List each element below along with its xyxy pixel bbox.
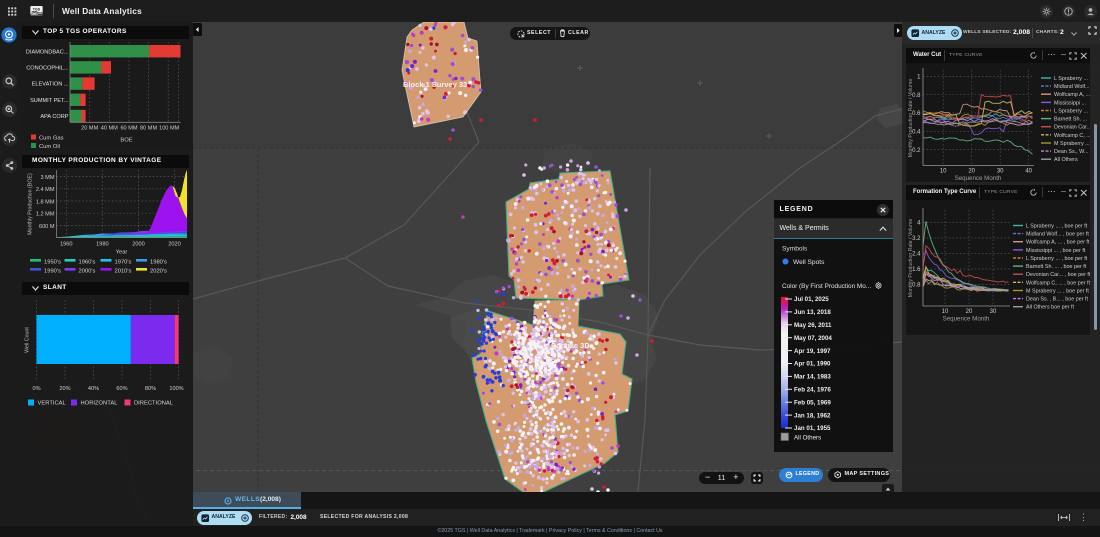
svg-text:Block 1 Survey 33: Block 1 Survey 33 — [403, 80, 467, 89]
svg-text:BOE: BOE — [120, 138, 132, 144]
svg-text:Apr 19, 1997: Apr 19, 1997 — [794, 348, 831, 355]
svg-text:Cum Oil: Cum Oil — [39, 144, 60, 150]
svg-text:1960's: 1960's — [78, 260, 95, 266]
svg-text:100%: 100% — [169, 386, 183, 392]
svg-text:L Spraberry ... , boe per ft: L Spraberry ... , boe per ft — [1026, 256, 1088, 262]
svg-text:Devonian Car... , boe per ft: Devonian Car... , boe per ft — [1026, 272, 1090, 278]
svg-text:1950's: 1950's — [44, 260, 61, 266]
svg-text:2010's: 2010's — [114, 269, 131, 275]
svg-text:20: 20 — [968, 169, 975, 175]
svg-text:60 MM: 60 MM — [120, 126, 137, 132]
svg-text:1990's: 1990's — [44, 269, 61, 275]
svg-text:HORIZONTAL: HORIZONTAL — [80, 401, 118, 407]
svg-text:CONOCOPHIL...: CONOCOPHIL... — [26, 66, 69, 72]
svg-text:Sequence Month: Sequence Month — [943, 316, 990, 323]
svg-text:Wolfcamp C, ...: Wolfcamp C, ... — [1054, 133, 1090, 139]
svg-text:20: 20 — [966, 309, 973, 315]
svg-text:Midland Wolf...: Midland Wolf... — [1054, 84, 1090, 90]
svg-text:1: 1 — [917, 75, 921, 81]
svg-text:Sequence Month: Sequence Month — [955, 175, 1002, 182]
svg-text:Dean Ss. , B... , boe per ft: Dean Ss. , B... , boe per ft — [1026, 297, 1089, 303]
svg-text:0%: 0% — [32, 386, 40, 392]
svg-text:Monthly Production Rate / Volu: Monthly Production Rate / Volume — [908, 219, 914, 298]
svg-text:Devonian Car...: Devonian Car... — [1054, 125, 1090, 131]
svg-text:Symbols: Symbols — [782, 246, 808, 253]
svg-text:All Others: All Others — [794, 435, 821, 442]
svg-text:L Spraberry ... , boe per ft: L Spraberry ... , boe per ft — [1026, 224, 1088, 230]
svg-text:All Others boe per ft: All Others boe per ft — [1026, 305, 1074, 311]
svg-text:Pontiac 3D: Pontiac 3D — [551, 341, 590, 350]
svg-text:TGS: TGS — [33, 7, 41, 11]
svg-text:1970's: 1970's — [114, 260, 131, 266]
svg-text:Well Spots: Well Spots — [793, 259, 825, 266]
svg-text:Jun 13, 2018: Jun 13, 2018 — [794, 309, 831, 316]
svg-text:Year: Year — [115, 250, 127, 256]
svg-text:3 MM: 3 MM — [40, 175, 54, 181]
svg-text:DIAMONDBAC...: DIAMONDBAC... — [25, 49, 68, 55]
svg-text:30: 30 — [990, 309, 997, 315]
svg-text:APA CORP: APA CORP — [40, 114, 68, 120]
svg-text:2020: 2020 — [168, 242, 180, 248]
svg-text:Jan 18, 1962: Jan 18, 1962 — [794, 412, 831, 419]
svg-text:2020's: 2020's — [150, 269, 167, 275]
svg-text:Well Count: Well Count — [24, 327, 30, 353]
svg-text:1980: 1980 — [96, 242, 108, 248]
svg-text:Monthly Production (BOE): Monthly Production (BOE) — [27, 173, 33, 235]
svg-text:1960: 1960 — [60, 242, 72, 248]
svg-text:80 MM: 80 MM — [140, 126, 157, 132]
svg-text:10: 10 — [942, 309, 949, 315]
svg-text:DIRECTIONAL: DIRECTIONAL — [134, 401, 174, 407]
svg-text:ELEVATION ...: ELEVATION ... — [31, 82, 68, 88]
svg-text:40%: 40% — [87, 386, 98, 392]
svg-text:Feb 05, 1969: Feb 05, 1969 — [794, 399, 831, 406]
svg-text:Feb 24, 1976: Feb 24, 1976 — [794, 387, 831, 394]
svg-text:Color (By First Production Mo.: Color (By First Production Mo... — [782, 283, 871, 290]
svg-text:Mar 14, 1983: Mar 14, 1983 — [794, 374, 831, 381]
svg-text:Wolfcamp A, ...: Wolfcamp A, ... — [1054, 92, 1090, 98]
svg-text:40: 40 — [1025, 169, 1032, 175]
svg-text:1.8 MM: 1.8 MM — [35, 199, 54, 205]
svg-text:May 26, 2011: May 26, 2011 — [794, 322, 832, 329]
svg-text:30: 30 — [997, 169, 1004, 175]
svg-text:Barnett Sh. ...: Barnett Sh. ... — [1054, 117, 1087, 123]
svg-text:Apr 01, 1990: Apr 01, 1990 — [794, 361, 831, 368]
svg-text:May 07, 2004: May 07, 2004 — [794, 335, 832, 342]
svg-text:Wolfcamp A, ... , boe per ft: Wolfcamp A, ... , boe per ft — [1026, 240, 1090, 246]
svg-text:2000: 2000 — [132, 242, 144, 248]
svg-text:Dean Ss., W...: Dean Ss., W... — [1054, 149, 1088, 155]
svg-text:20 MM: 20 MM — [81, 126, 98, 132]
svg-text:SUMMIT PET...: SUMMIT PET... — [30, 98, 69, 104]
svg-text:80%: 80% — [144, 386, 155, 392]
svg-text:Wolfcamp C, ... , boe per ft: Wolfcamp C, ... , boe per ft — [1026, 280, 1090, 286]
svg-text:Mississippi ... , boe per ft: Mississippi ... , boe per ft — [1026, 248, 1086, 254]
svg-text:M Spraberry ...: M Spraberry ... — [1054, 141, 1090, 147]
svg-text:Mississippi ...: Mississippi ... — [1054, 100, 1086, 106]
svg-text:2000's: 2000's — [78, 269, 95, 275]
svg-text:20%: 20% — [59, 386, 70, 392]
svg-text:VERTICAL: VERTICAL — [37, 401, 66, 407]
svg-text:Monthly Production Rate / Volu: Monthly Production Rate / Volume — [908, 79, 914, 158]
svg-text:L Spraberry ...: L Spraberry ... — [1054, 76, 1088, 82]
svg-text:Cum Gas: Cum Gas — [39, 135, 64, 141]
svg-text:40 MM: 40 MM — [100, 126, 117, 132]
svg-text:Jul 01, 2025: Jul 01, 2025 — [794, 296, 829, 303]
svg-text:Midland Wolf... , boe per ft: Midland Wolf... , boe per ft — [1026, 232, 1089, 238]
svg-text:10: 10 — [940, 169, 947, 175]
svg-text:60%: 60% — [116, 386, 127, 392]
svg-text:1980's: 1980's — [150, 260, 167, 266]
svg-text:M Spraberry ... , boe per ft: M Spraberry ... , boe per ft — [1026, 289, 1089, 295]
svg-text:600 M: 600 M — [38, 224, 54, 230]
svg-text:1.2 MM: 1.2 MM — [35, 212, 54, 218]
svg-text:All Others: All Others — [1054, 157, 1078, 163]
svg-text:4: 4 — [917, 221, 921, 227]
svg-text:L Spraberry ...: L Spraberry ... — [1054, 109, 1088, 115]
svg-text:Barnett Sh. ... , boe per ft: Barnett Sh. ... , boe per ft — [1026, 264, 1087, 270]
svg-text:100 MM: 100 MM — [159, 126, 180, 132]
svg-text:Jan 01, 1955: Jan 01, 1955 — [794, 425, 831, 432]
svg-text:2.4 MM: 2.4 MM — [35, 187, 54, 193]
